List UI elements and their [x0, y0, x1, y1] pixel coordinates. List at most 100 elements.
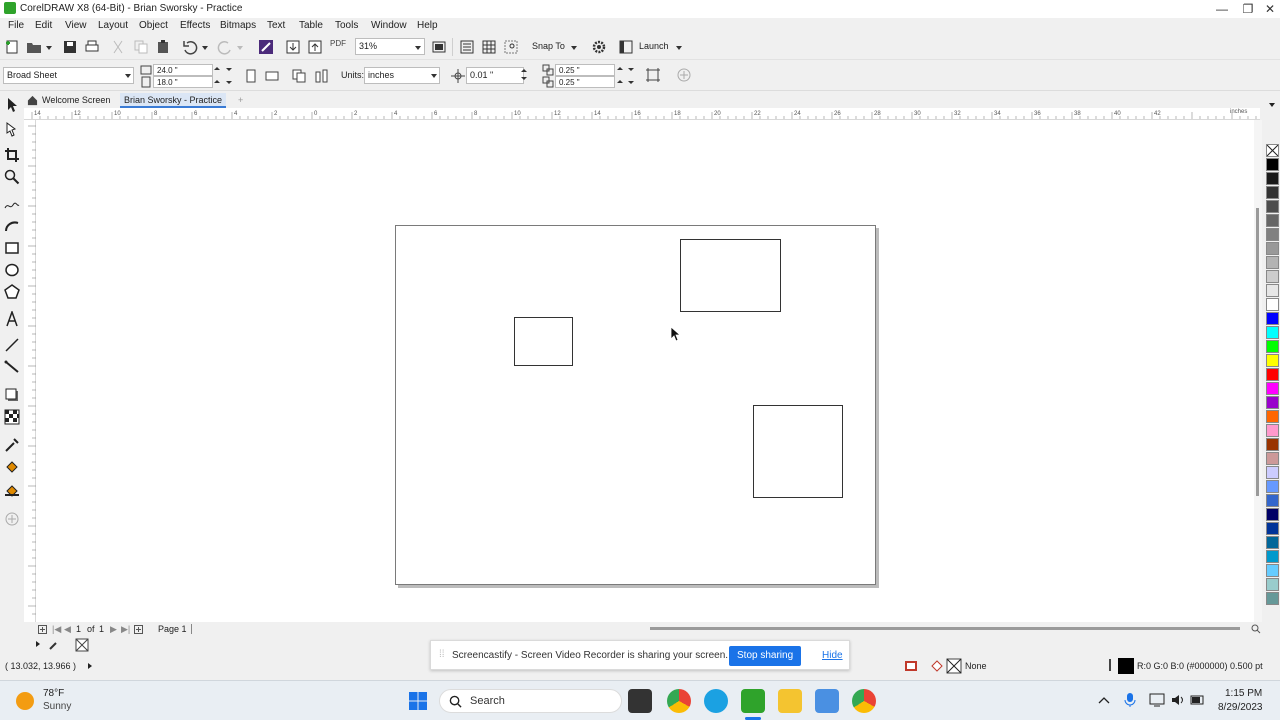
- color-swatch[interactable]: [1266, 578, 1279, 591]
- redo-icon[interactable]: [217, 39, 233, 55]
- horizontal-scrollbar-thumb[interactable]: [650, 627, 1240, 630]
- open-dropdown-icon[interactable]: [46, 46, 52, 50]
- rectangle-shape[interactable]: [753, 405, 843, 498]
- zoom-tool-icon[interactable]: [4, 169, 20, 185]
- menu-effects[interactable]: Effects: [180, 20, 210, 31]
- close-button[interactable]: ✕: [1258, 0, 1280, 18]
- color-swatch[interactable]: [1266, 368, 1279, 381]
- task-view-icon[interactable]: [628, 689, 652, 713]
- menu-file[interactable]: File: [8, 20, 24, 31]
- launch-button[interactable]: Launch: [639, 41, 669, 51]
- color-swatch[interactable]: [1266, 452, 1279, 465]
- file-explorer-icon[interactable]: [778, 689, 802, 713]
- width-spin-up-icon[interactable]: [214, 67, 220, 70]
- color-swatch[interactable]: [1266, 382, 1279, 395]
- page-size-select[interactable]: Broad Sheet: [3, 67, 134, 84]
- new-document-icon[interactable]: [4, 39, 20, 55]
- ellipse-tool-icon[interactable]: [4, 262, 20, 278]
- color-profile-icon[interactable]: [904, 659, 918, 673]
- menu-view[interactable]: View: [65, 20, 87, 31]
- undo-icon[interactable]: [182, 39, 198, 55]
- snipping-tool-icon[interactable]: [815, 689, 839, 713]
- nudge-spin-up-icon[interactable]: [521, 69, 527, 72]
- color-swatch[interactable]: [1266, 256, 1279, 269]
- snap-to-button[interactable]: Snap To: [532, 41, 565, 51]
- transparency-tool-icon[interactable]: [4, 409, 20, 425]
- redo-dropdown-icon[interactable]: [237, 46, 243, 50]
- stop-sharing-button[interactable]: Stop sharing: [729, 646, 802, 666]
- network-icon[interactable]: [1149, 692, 1165, 708]
- first-page-button[interactable]: |◀: [52, 624, 61, 635]
- rectangle-tool-icon[interactable]: [4, 240, 20, 256]
- duplicate-x-field[interactable]: 0.25 ": [555, 64, 615, 76]
- taskbar-search-box[interactable]: Search: [439, 689, 622, 713]
- show-grid-icon[interactable]: [481, 39, 497, 55]
- color-swatch[interactable]: [1266, 172, 1279, 185]
- options-gear-icon[interactable]: [591, 39, 607, 55]
- edit-bleed-icon[interactable]: [645, 67, 661, 83]
- color-swatch[interactable]: [1266, 508, 1279, 521]
- rectangle-shape[interactable]: [514, 317, 573, 366]
- drawing-window[interactable]: [36, 120, 1254, 622]
- crop-tool-icon[interactable]: [4, 147, 20, 163]
- color-swatch[interactable]: [1266, 326, 1279, 339]
- color-swatch[interactable]: [1266, 298, 1279, 311]
- nudge-distance-field[interactable]: 0.01 ": [466, 67, 524, 84]
- duplicate-y-field[interactable]: 0.25 ": [555, 76, 615, 88]
- dup-x-spin-down-icon[interactable]: [628, 68, 634, 71]
- rectangle-shape[interactable]: [680, 239, 781, 312]
- shape-tool-icon[interactable]: [4, 121, 20, 137]
- document-page[interactable]: [395, 225, 876, 585]
- zoom-dropdown-icon[interactable]: [415, 46, 421, 50]
- menu-object[interactable]: Object: [139, 20, 168, 31]
- drop-shadow-tool-icon[interactable]: [4, 387, 20, 403]
- landscape-icon[interactable]: [264, 68, 280, 84]
- undo-dropdown-icon[interactable]: [202, 46, 208, 50]
- color-swatch[interactable]: [1266, 284, 1279, 297]
- color-swatch[interactable]: [1266, 438, 1279, 451]
- color-swatch[interactable]: [1266, 340, 1279, 353]
- menu-edit[interactable]: Edit: [35, 20, 52, 31]
- weather-sun-icon[interactable]: [16, 692, 34, 710]
- color-swatch[interactable]: [1266, 480, 1279, 493]
- tab-document[interactable]: Brian Sworsky - Practice: [120, 93, 227, 108]
- palette-scroll-up-icon[interactable]: [1268, 101, 1276, 109]
- page-width-field[interactable]: 24.0 ": [153, 64, 213, 76]
- tab-welcome-screen[interactable]: Welcome Screen: [38, 93, 114, 108]
- zoom-to-page-icon[interactable]: [431, 39, 447, 55]
- color-swatch[interactable]: [1266, 592, 1279, 605]
- color-swatch[interactable]: [1266, 494, 1279, 507]
- chrome-profile-icon[interactable]: [852, 689, 876, 713]
- polygon-tool-icon[interactable]: [4, 284, 20, 300]
- units-dropdown-icon[interactable]: [431, 74, 437, 78]
- open-icon[interactable]: [26, 39, 42, 55]
- connector-tool-icon[interactable]: [4, 359, 20, 375]
- skype-icon[interactable]: [704, 689, 728, 713]
- no-fill-status-icon[interactable]: [75, 638, 89, 652]
- page-tab[interactable]: Page 1: [154, 624, 192, 634]
- next-page-button[interactable]: ▶: [110, 624, 117, 635]
- vertical-scrollbar[interactable]: [1254, 120, 1262, 622]
- color-swatch[interactable]: [1266, 312, 1279, 325]
- menu-layout[interactable]: Layout: [98, 20, 128, 31]
- cut-icon[interactable]: [110, 39, 126, 55]
- launch-dropdown-icon[interactable]: [676, 46, 682, 50]
- current-page-icon[interactable]: [314, 68, 330, 84]
- save-icon[interactable]: [62, 39, 78, 55]
- portrait-icon[interactable]: [243, 68, 259, 84]
- paste-icon[interactable]: [155, 39, 171, 55]
- color-swatch[interactable]: [1266, 424, 1279, 437]
- no-color-swatch[interactable]: [1266, 144, 1279, 157]
- last-page-button[interactable]: ▶|: [121, 624, 130, 635]
- chrome-icon[interactable]: [667, 689, 691, 713]
- weather-description[interactable]: Sunny: [43, 701, 71, 712]
- clock-date[interactable]: 8/29/2023: [1218, 702, 1263, 713]
- parallel-dimension-tool-icon[interactable]: [4, 337, 20, 353]
- artistic-media-tool-icon[interactable]: [4, 218, 20, 234]
- color-swatch[interactable]: [1266, 522, 1279, 535]
- page-size-dropdown-icon[interactable]: [125, 74, 131, 78]
- eyedropper-tool-icon[interactable]: [4, 437, 20, 453]
- width-spin-down-icon[interactable]: [226, 68, 232, 71]
- quick-customize-icon[interactable]: [4, 511, 20, 527]
- show-guidelines-icon[interactable]: [503, 39, 519, 55]
